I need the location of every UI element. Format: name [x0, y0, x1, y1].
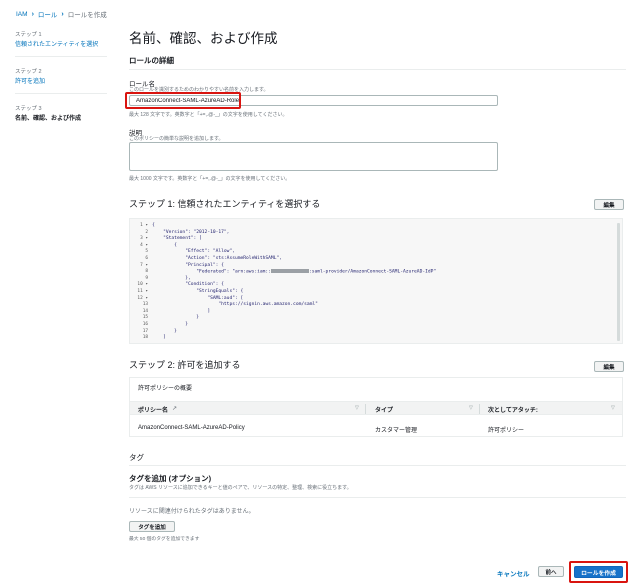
step-number: ステップ 3	[15, 106, 42, 112]
back-button[interactable]: 前へ	[538, 566, 564, 577]
chevron-right-icon: ›	[61, 10, 64, 18]
line-number-gutter: 1 ▾ 2 3 ▾ 4 ▾ 5 6 7 ▾ 8 9 10 ▾ 11 ▾ 12 ▾ 13 14 15 16 17 1…	[130, 223, 150, 342]
line-number: 13	[142, 302, 148, 308]
step-label[interactable]: 許可を追加	[15, 76, 105, 85]
code-line: "Federated": "arn:aws:iam:::saml-provide…	[152, 269, 437, 275]
chevron-right-icon: ›	[31, 10, 34, 18]
permissions-summary-table: 許可ポリシーの概要 ポリシー名 ↗ ▽ タイプ ▽ 次としてアタッチ: ▽ Am…	[129, 377, 623, 437]
column-header-type[interactable]: タイプ	[375, 405, 393, 414]
code-line: "Condition": {	[152, 282, 224, 288]
role-name-constraint: 最大 128 文字です。英数字と「+=,.@-_」の文字を使用してください。	[129, 112, 288, 118]
wizard-step-3: ステップ 3 名前、確認、および作成	[15, 104, 105, 122]
wizard-step-2[interactable]: ステップ 2 許可を追加	[15, 67, 105, 85]
trust-policy-code-viewer: 1 ▾ 2 3 ▾ 4 ▾ 5 6 7 ▾ 8 9 10 ▾ 11 ▾ 12 ▾ 13 14 15 16 17 1…	[129, 218, 623, 344]
code-scrollbar[interactable]	[617, 223, 620, 341]
divider	[15, 93, 107, 94]
create-role-button[interactable]: ロールを作成	[574, 566, 623, 578]
sort-icon[interactable]: ▽	[611, 405, 615, 411]
tags-description: タグは AWS リソースに追加できるキーと値のペアで、リソースの特定、整理、検索…	[129, 485, 352, 491]
description-constraint: 最大 1000 文字です。英数字と「+=,.@-_」の文字を使用してください。	[129, 176, 291, 182]
step-number: ステップ 2	[15, 69, 42, 75]
step2-title: ステップ 2: 許可を追加する	[129, 360, 241, 370]
line-number: 1 ▾	[140, 223, 148, 228]
line-number: 5	[145, 249, 148, 255]
line-number: 15	[142, 315, 148, 321]
code-line: {	[152, 223, 155, 228]
wizard-steps-sidebar: ステップ 1 信頼されたエンティティを選択 ステップ 2 許可を追加 ステップ …	[15, 30, 107, 138]
code-line: "StringEquals": {	[152, 288, 244, 294]
code-line: }	[152, 321, 188, 327]
redacted-account-id	[270, 269, 309, 274]
step1-title: ステップ 1: 信頼されたエンティティを選択する	[129, 199, 321, 209]
description-help: このポリシーの簡単な説明を追加します。	[129, 136, 224, 142]
code-line: }	[152, 328, 177, 334]
attached-as-cell: 許可ポリシー	[488, 428, 525, 434]
breadcrumb-roles-link[interactable]: ロール	[38, 9, 58, 19]
line-number: 16	[142, 321, 148, 327]
trust-policy-json: { "Version": "2012-10-17", "Statement": …	[152, 223, 436, 342]
page-title: 名前、確認、および作成	[129, 31, 278, 46]
sort-icon[interactable]: ▽	[469, 405, 473, 411]
column-header-policy-name[interactable]: ポリシー名	[138, 405, 168, 414]
line-number: 10 ▾	[137, 282, 148, 288]
code-line: ]	[152, 335, 166, 341]
step2-edit-button[interactable]: 編集	[594, 361, 624, 372]
step-label-current: 名前、確認、および作成	[15, 116, 82, 122]
breadcrumb: IAM › ロール › ロールを作成	[16, 9, 107, 20]
breadcrumb-iam-link[interactable]: IAM	[16, 11, 28, 18]
wizard-step-1[interactable]: ステップ 1 信頼されたエンティティを選択	[15, 30, 105, 48]
tags-heading: タグ	[129, 453, 144, 462]
code-line: "Principal": {	[152, 262, 224, 268]
column-header-attached-as[interactable]: 次としてアタッチ:	[488, 405, 538, 414]
step-label[interactable]: 信頼されたエンティティを選択	[15, 39, 105, 48]
policy-type-cell: カスタマー管理	[375, 428, 418, 434]
add-tag-button[interactable]: タグを追加	[129, 521, 175, 532]
step1-edit-button[interactable]: 編集	[594, 199, 624, 210]
tags-limit-note: 最大 50 個のタグを追加できます	[129, 537, 200, 542]
divider	[129, 69, 626, 70]
line-number: 11 ▾	[137, 288, 148, 294]
tags-section-title: タグを追加 (オプション)	[129, 474, 212, 483]
description-textarea[interactable]	[129, 142, 498, 171]
role-details-title: ロールの詳細	[129, 56, 174, 65]
code-line: }	[152, 315, 200, 321]
sort-icon[interactable]: ▽	[355, 405, 359, 411]
line-number: 3 ▾	[140, 236, 148, 242]
cancel-button[interactable]: キャンセル	[497, 568, 530, 578]
policy-name-link[interactable]: AmazonConnect-SAML-AzureAD-Policy	[138, 425, 245, 431]
role-name-highlight-box	[125, 92, 241, 109]
tags-empty-message: リソースに関連付けられたタグはありません。	[129, 509, 255, 515]
divider	[129, 497, 626, 498]
permissions-summary-title: 許可ポリシーの概要	[138, 386, 193, 392]
line-number: 8	[145, 269, 148, 275]
divider	[479, 404, 480, 414]
step-number: ステップ 1	[15, 32, 42, 38]
code-line: "Action": "sts:AssumeRoleWithSAML",	[152, 255, 282, 261]
code-line: "Statement": [	[152, 236, 202, 242]
external-link-icon: ↗	[172, 406, 178, 412]
divider	[15, 56, 107, 57]
line-number: 18	[142, 335, 148, 341]
table-header-row: ポリシー名 ↗ ▽ タイプ ▽ 次としてアタッチ: ▽	[130, 401, 622, 415]
line-number: 6	[145, 255, 148, 261]
code-line: "https://signin.aws.amazon.com/saml"	[152, 302, 318, 308]
breadcrumb-current: ロールを作成	[67, 12, 107, 19]
divider	[365, 404, 366, 414]
code-line: "Effect": "Allow",	[152, 249, 235, 255]
divider	[129, 465, 626, 466]
